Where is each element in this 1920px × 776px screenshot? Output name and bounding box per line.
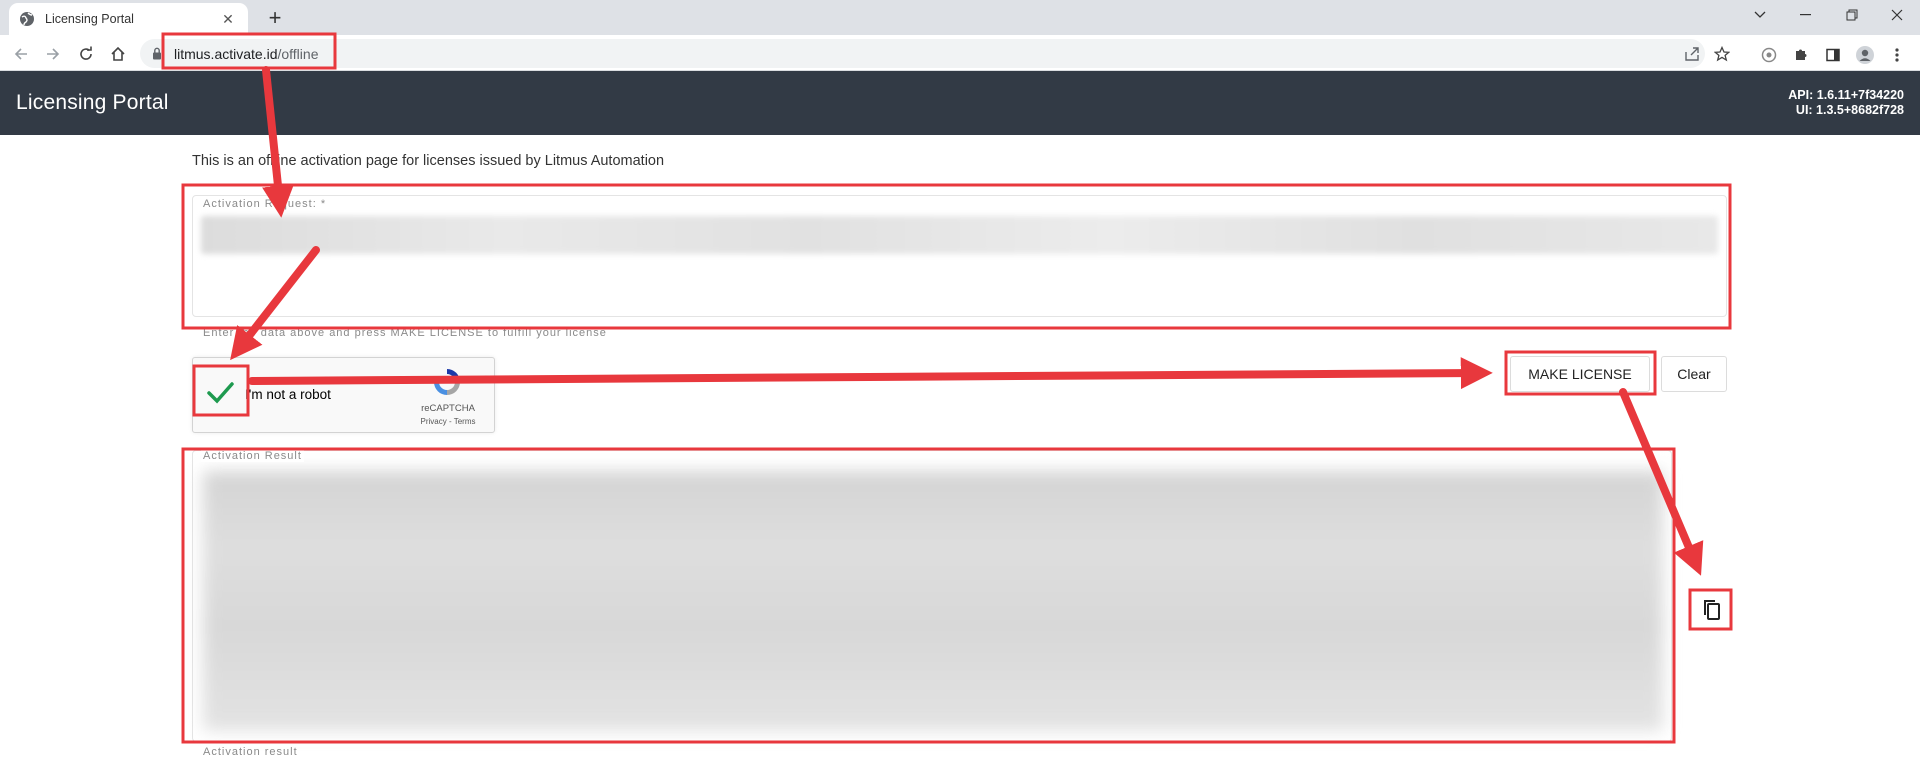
restore-icon[interactable] — [1829, 0, 1875, 30]
puzzle-icon[interactable] — [1791, 45, 1811, 65]
url-host: litmus.activate.id — [174, 46, 278, 62]
recaptcha-links[interactable]: Privacy - Terms — [408, 417, 488, 426]
profile-avatar-icon[interactable] — [1855, 45, 1875, 65]
recaptcha-label: I'm not a robot — [245, 387, 331, 402]
lock-icon — [153, 47, 161, 60]
url-path: /offline — [277, 46, 319, 62]
extension-circle-icon[interactable] — [1759, 45, 1779, 65]
browser-tab-bar: Licensing Portal ✕ + — [0, 0, 1920, 35]
activation-result-value-blurred — [203, 471, 1663, 731]
checkmark-icon — [207, 382, 234, 404]
address-bar[interactable]: litmus.activate.id/offline — [140, 39, 1730, 68]
browser-toolbar: litmus.activate.id/offline — [0, 35, 1920, 71]
activation-request-field[interactable] — [192, 195, 1727, 317]
activation-result-bottom-label: Activation result — [203, 746, 298, 758]
close-icon[interactable]: ✕ — [218, 11, 238, 28]
new-tab-button[interactable]: + — [262, 6, 288, 32]
ui-version: UI: 1.3.5+8682f728 — [1795, 103, 1904, 117]
tab-title: Licensing Portal — [45, 12, 134, 26]
intro-text: This is an offline activation page for l… — [192, 153, 665, 169]
minimize-icon[interactable] — [1783, 0, 1829, 30]
recaptcha-brand: reCAPTCHA — [421, 403, 475, 414]
globe-icon — [20, 12, 34, 26]
forward-arrow-icon[interactable] — [40, 41, 66, 67]
recaptcha-logo-icon — [434, 369, 460, 395]
browser-tab[interactable]: Licensing Portal ✕ — [9, 3, 248, 35]
window-close-icon[interactable] — [1874, 0, 1920, 30]
url-text: litmus.activate.id/offline — [174, 46, 318, 62]
app-title: Licensing Portal — [16, 91, 169, 114]
star-icon[interactable] — [1714, 46, 1730, 62]
recaptcha-widget: I'm not a robot reCAPTCHA Privacy - Term… — [192, 357, 495, 433]
chevron-down-icon[interactable] — [1737, 0, 1783, 30]
share-icon[interactable] — [1684, 46, 1700, 62]
make-license-button[interactable]: MAKE LICENSE — [1510, 356, 1650, 392]
home-icon[interactable] — [105, 41, 131, 67]
kebab-menu-icon[interactable] — [1887, 45, 1907, 65]
activation-request-value-blurred — [201, 216, 1718, 254]
clear-button[interactable]: Clear — [1661, 356, 1727, 392]
reload-icon[interactable] — [73, 41, 99, 67]
activation-result-label: Activation Result — [201, 450, 304, 462]
side-panel-icon[interactable] — [1823, 45, 1843, 65]
back-arrow-icon[interactable] — [8, 41, 34, 67]
activation-request-label: Activation Request: * — [201, 198, 329, 210]
helper-text: Enter the data above and press MAKE LICE… — [203, 327, 607, 339]
recaptcha-checkbox[interactable] — [205, 378, 235, 408]
api-version: API: 1.6.11+7f34220 — [1788, 88, 1904, 102]
app-header: Licensing Portal API: 1.6.11+7f34220 UI:… — [0, 71, 1920, 135]
activation-result-field[interactable] — [192, 450, 1672, 742]
copy-icon[interactable] — [1697, 595, 1727, 625]
version-info: API: 1.6.11+7f34220 UI: 1.3.5+8682f728 — [1788, 88, 1904, 118]
